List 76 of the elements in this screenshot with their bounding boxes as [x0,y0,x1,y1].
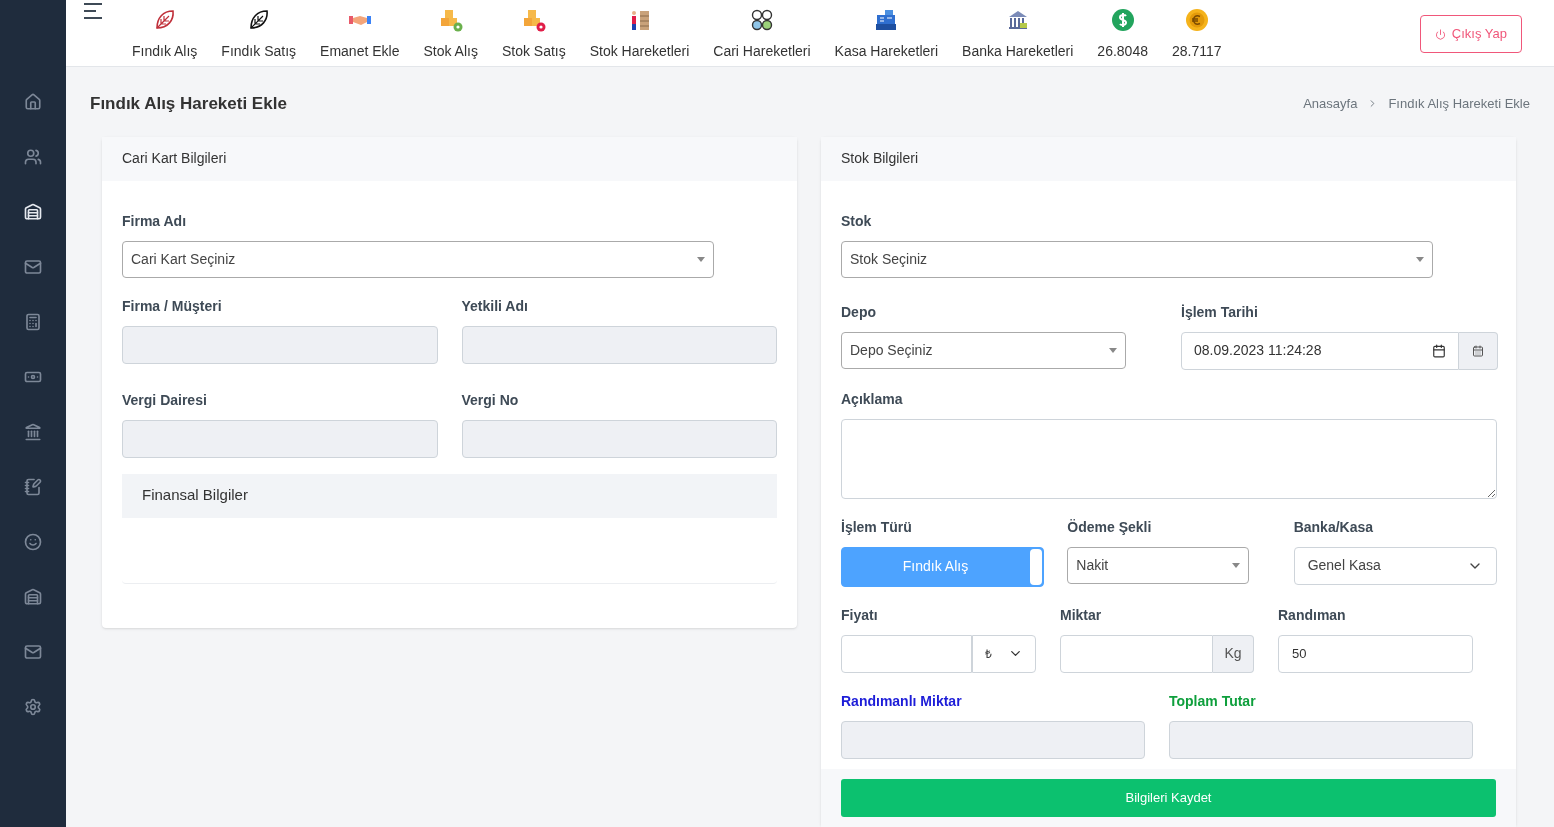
mail-icon[interactable] [23,257,43,277]
cash-register-icon [874,8,899,32]
warehouse-select[interactable]: Depo Seçiniz [841,331,1126,369]
yield-input[interactable]: 50 [1278,634,1473,673]
menu-icon[interactable] [84,3,104,19]
input-field[interactable] [1169,720,1473,759]
notebook-icon[interactable] [23,477,43,497]
people-exchange-icon [749,8,774,32]
nav-link[interactable]: Banka Hareketleri [962,41,1074,62]
card-title: Cari Kart Bilgileri [122,149,227,168]
nav-link[interactable]: Fındık Satış [221,41,297,62]
home-icon[interactable] [23,92,43,112]
field-label: Miktar [1060,605,1103,625]
nav-link[interactable]: Cari Hareketleri [713,41,811,62]
nav-link[interactable]: Kasa Hareketleri [834,41,939,62]
payment-select[interactable]: Nakit [1067,546,1250,584]
stock-select[interactable]: Stok Seçiniz [841,240,1433,278]
settings-icon[interactable] [23,697,43,717]
input-field[interactable] [461,325,777,364]
field-label: Ödeme Şekli [1067,517,1153,537]
currency-select[interactable]: ₺ [972,634,1036,673]
company-select[interactable]: Cari Kart Seçiniz [122,240,714,278]
face-icon[interactable] [23,532,43,552]
unit-addon: Kg [1213,634,1254,673]
nav-link[interactable]: Fındık Alış [132,41,198,62]
users-icon[interactable] [23,147,43,167]
warehouse-icon[interactable] [23,202,43,222]
nav-link[interactable]: 26.8048 [1097,41,1148,62]
input-field[interactable] [461,419,777,458]
dropdown-caret-icon [1109,347,1117,353]
field-label: İşlem Tarihi [1181,302,1259,322]
field-label: Fiyatı [841,605,879,625]
field-label: Banka/Kasa [1293,517,1375,537]
nav-link[interactable]: Stok Alış [423,41,478,62]
calendar-icon [1432,343,1446,358]
field-label: Açıklama [841,389,904,409]
boxes-remove-icon [521,8,546,32]
nav-link[interactable]: Stok Hareketleri [589,41,690,62]
page-title: Fındık Alış Hareketi Ekle [90,93,287,115]
quantity-input[interactable] [1060,634,1213,673]
nav-link[interactable]: Emanet Ekle [320,41,400,62]
bank-icon[interactable] [23,422,43,442]
dollar-coin-icon [1110,8,1135,32]
input-field[interactable] [122,419,438,458]
section-title: Finansal Bilgiler [142,485,248,506]
field-label: Randıman [1278,605,1347,625]
nav-link[interactable]: Stok Satış [501,41,566,62]
field-label: Yetkili Adı [461,296,529,316]
cash-account-select[interactable]: Genel Kasa [1293,546,1497,585]
field-label: Firma / Müşteri [122,296,223,316]
power-icon [1434,28,1446,40]
boxes-check-icon [438,8,463,32]
field-label: Vergi Dairesi [122,390,208,410]
field-label: Depo [841,302,877,322]
dropdown-caret-icon [1232,562,1241,568]
calendar-icon [1472,344,1484,357]
field-label: Vergi No [461,390,520,410]
euro-coin-icon [1184,8,1209,32]
card-title: Stok Bilgileri [841,149,919,168]
price-input[interactable] [841,634,972,673]
nav-link[interactable]: 28.7117 [1171,41,1222,62]
field-label: Firma Adı [122,211,188,231]
field-label: Randımanlı Miktar [841,691,963,711]
calendar-button[interactable] [1459,331,1498,370]
breadcrumb-link[interactable]: Fındık Alış Hareketi Ekle [1388,94,1530,114]
field-label: İşlem Türü [841,517,913,537]
dropdown-caret-icon [1416,256,1424,262]
dropdown-caret-icon [697,256,705,262]
calculator-icon[interactable] [23,312,43,332]
input-field[interactable] [122,325,438,364]
field-label: Toplam Tutar [1169,691,1257,711]
date-field[interactable]: 08.09.2023 11:24:28 [1181,331,1459,370]
input-field[interactable] [841,720,1145,759]
breadcrumb-link[interactable]: Anasayfa [1303,94,1358,114]
mail-icon[interactable] [23,642,43,662]
field-label: Stok [841,211,873,231]
